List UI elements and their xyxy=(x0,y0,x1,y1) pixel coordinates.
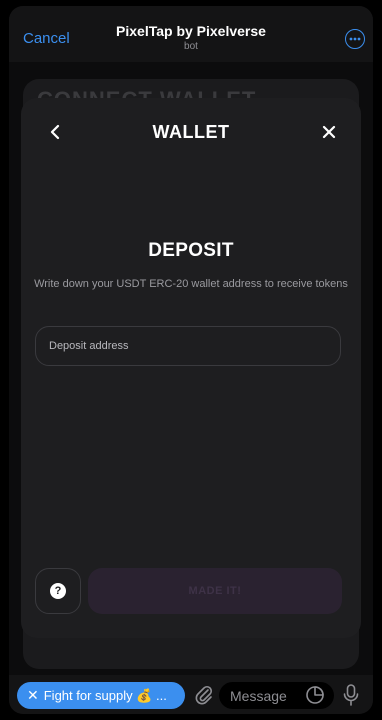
close-small-icon: ✕ xyxy=(27,687,39,703)
ellipsis-circle-icon xyxy=(349,37,361,41)
paperclip-icon[interactable] xyxy=(193,684,215,706)
app-frame: Cancel PixelTap by Pixelverse bot CONNEC… xyxy=(9,6,373,714)
more-button[interactable] xyxy=(345,29,365,49)
header-bar: Cancel PixelTap by Pixelverse bot xyxy=(9,6,373,62)
bot-title: PixelTap by Pixelverse xyxy=(116,23,266,39)
deposit-description: Write down your USDT ERC-20 wallet addre… xyxy=(34,278,348,290)
bot-subtitle: bot xyxy=(184,41,198,52)
question-icon: ? xyxy=(50,583,66,599)
close-icon[interactable] xyxy=(317,120,341,144)
microphone-icon[interactable] xyxy=(342,683,360,707)
made-it-button[interactable]: MADE IT! xyxy=(88,568,342,614)
help-button[interactable]: ? xyxy=(35,568,81,614)
modal-title: WALLET xyxy=(152,122,230,142)
webapp-content: CONNECT WALLET WALLET DEPOSIT Write down… xyxy=(9,62,373,675)
wallet-modal: WALLET DEPOSIT Write down your USDT ERC-… xyxy=(21,98,361,638)
fight-label: Fight for supply 💰 ... xyxy=(43,687,167,703)
deposit-heading: DEPOSIT xyxy=(148,240,234,261)
fight-for-supply-button[interactable]: ✕ Fight for supply 💰 ... xyxy=(17,682,185,709)
chat-input-bar: ✕ Fight for supply 💰 ... Message xyxy=(9,675,373,714)
deposit-address-input[interactable] xyxy=(35,326,341,366)
sticker-icon[interactable] xyxy=(305,685,325,705)
